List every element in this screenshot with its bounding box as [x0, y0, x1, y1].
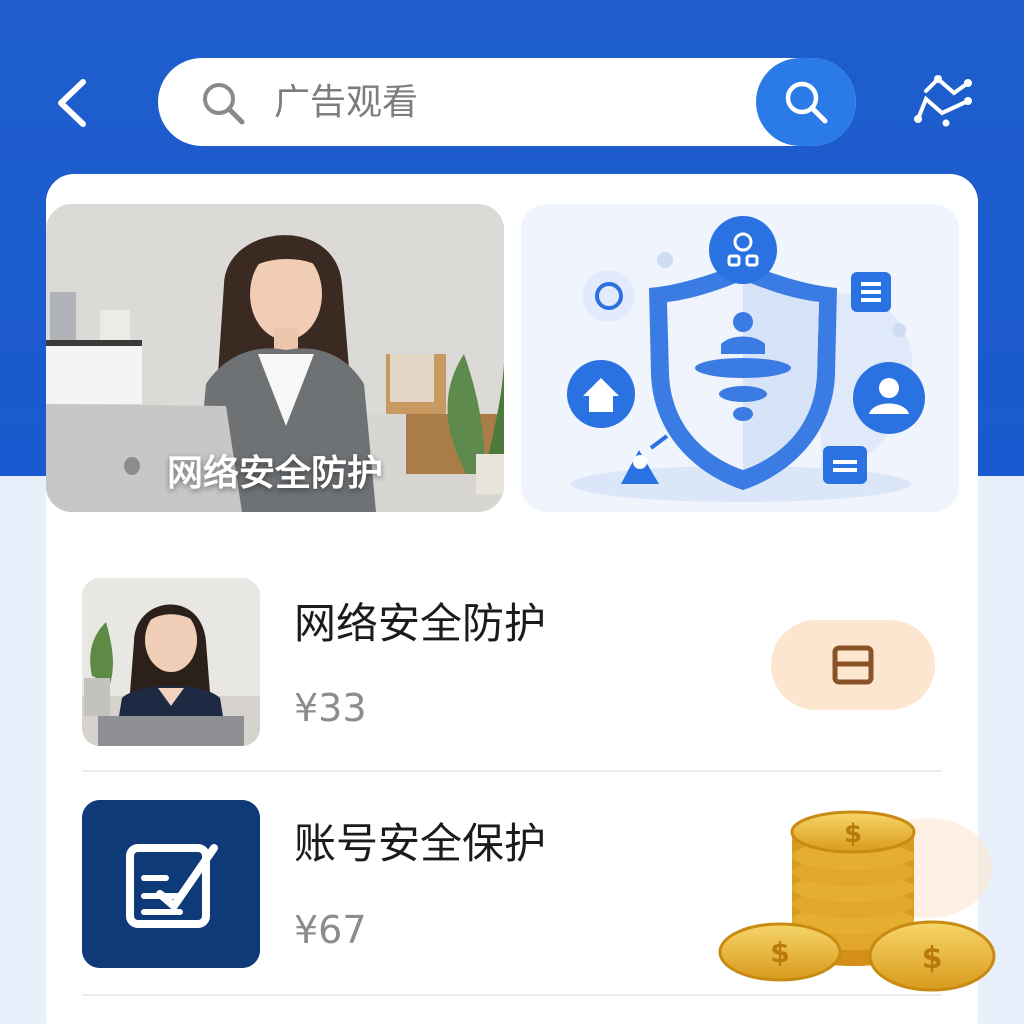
woman-laptop-photo — [82, 578, 260, 746]
search-button[interactable] — [756, 58, 856, 146]
search-icon — [785, 81, 828, 124]
calendar-button[interactable] — [771, 620, 935, 710]
item-thumbnail — [82, 578, 260, 746]
back-arrow-icon — [58, 79, 86, 127]
item-price: ¥67 — [294, 908, 367, 952]
item-title: 账号安全保护 — [294, 819, 547, 868]
banner-illustration[interactable] — [521, 204, 959, 512]
search-bar[interactable] — [158, 58, 856, 146]
security-shield-illustration — [521, 204, 959, 512]
svg-text:$: $ — [770, 936, 789, 969]
edit-checklist-icon — [82, 800, 260, 968]
back-button[interactable] — [44, 72, 100, 134]
scan-icon — [914, 75, 972, 127]
calendar-icon — [832, 645, 874, 685]
scan-button[interactable] — [908, 68, 980, 134]
search-input[interactable] — [274, 76, 754, 128]
search-icon — [203, 83, 245, 125]
item-price: ¥33 — [294, 686, 367, 730]
banner-photo[interactable]: 网络安全防护 — [46, 204, 504, 512]
item-thumbnail — [82, 800, 260, 968]
banner-title: 网络安全防护 — [166, 453, 383, 494]
divider — [82, 770, 942, 772]
gold-coins-icon: $ $ $ — [718, 810, 996, 992]
item-title: 网络安全防护 — [294, 599, 547, 648]
svg-text:$: $ — [922, 941, 943, 976]
svg-text:$: $ — [844, 819, 862, 849]
divider — [82, 994, 942, 996]
